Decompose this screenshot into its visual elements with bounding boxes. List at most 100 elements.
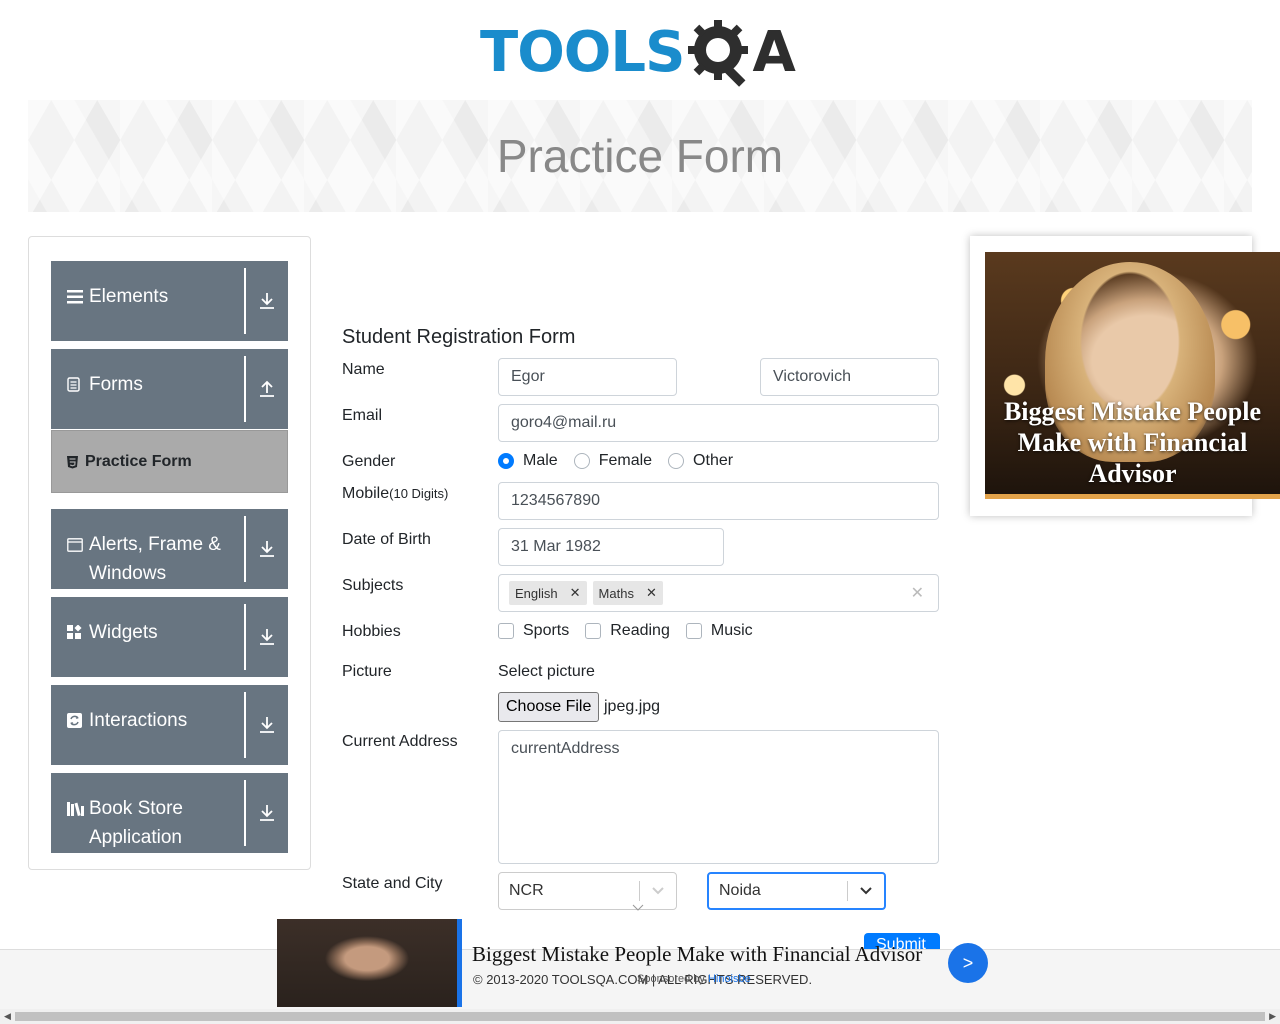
logo-tools-text: TOOLS [480,20,685,85]
hobby-reading-option[interactable]: Reading [585,622,670,640]
remove-chip-icon[interactable]: ✕ [564,585,587,601]
bottom-ad-image[interactable] [277,919,462,1007]
window-icon [67,530,85,559]
gender-other-radio[interactable] [668,453,685,469]
city-select[interactable]: Noida [707,872,886,910]
horizontal-scrollbar[interactable]: ◀ ▶ [0,1009,1280,1024]
bottom-ad-sponsor: Sponsored by Hinoisbe [637,973,751,985]
scroll-left-icon[interactable]: ◀ [4,1011,11,1022]
subject-chip-label: English [515,585,558,601]
hobby-sports-option[interactable]: Sports [498,622,569,640]
select-picture-label: Select picture [498,663,595,680]
download-arrow-icon[interactable] [246,597,288,677]
gender-other-label[interactable]: Other [693,452,733,470]
gender-female-radio[interactable] [573,453,590,469]
upload-arrow-icon[interactable] [246,349,288,429]
download-arrow-icon[interactable] [246,685,288,765]
gender-female-option[interactable]: Female [573,452,652,470]
picture-label: Picture [342,663,392,680]
hobby-sports-label[interactable]: Sports [523,622,569,640]
sidebar-group-book-store[interactable]: Book Store Application [51,773,288,853]
dob-input[interactable]: 31 Mar 1982 [498,528,724,566]
mobile-label: Mobile(10 Digits) [342,485,448,503]
toolsqa-logo[interactable]: TOOLS A [480,14,806,92]
document-icon [67,370,85,399]
sidebar-group-alerts[interactable]: Alerts, Frame & Windows [51,509,288,589]
state-city-label: State and City [342,875,443,892]
gender-male-radio[interactable] [498,453,514,469]
sidebar: Elements Forms Practice Form Alerts, Fra… [28,236,311,870]
gender-radio-group: Male Female Other [498,452,749,470]
subjects-input[interactable]: English ✕ Maths ✕ ✕ [498,574,939,612]
sidebar-group-elements[interactable]: Elements [51,261,288,341]
choose-file-button[interactable]: Choose File [498,692,600,722]
hobby-reading-checkbox[interactable] [585,623,602,639]
subjects-label: Subjects [342,577,404,594]
page-title: Practice Form [496,130,784,182]
name-label: Name [342,361,385,378]
download-arrow-icon[interactable] [246,773,288,853]
dob-label: Date of Birth [342,531,431,548]
gender-female-label[interactable]: Female [599,452,652,470]
first-name-input[interactable]: Egor [498,358,677,396]
gender-male-option[interactable]: Male [498,452,558,470]
side-ad-image[interactable]: Biggest Mistake People Make with Financi… [985,252,1280,499]
hamburger-icon [67,282,85,311]
side-ad-headline[interactable]: Biggest Mistake People Make with Financi… [985,396,1280,489]
sidebar-group-widgets[interactable]: Widgets [51,597,288,677]
sidebar-group-interactions[interactable]: Interactions [51,685,288,765]
sidebar-group-label: Book Store Application [89,798,183,848]
hobby-music-option[interactable]: Music [685,622,753,640]
books-icon [67,794,85,823]
subject-chip: Maths ✕ [592,581,663,605]
sidebar-group-forms[interactable]: Forms [51,349,288,429]
chevron-down-icon[interactable] [640,887,676,895]
widgets-icon [67,618,85,647]
selected-file-name: jpeg.jpg [604,698,661,715]
state-select[interactable]: NCR [498,872,677,910]
logo-a-text: A [752,20,796,85]
hobby-music-checkbox[interactable] [685,623,702,639]
email-input[interactable]: goro4@mail.ru [498,404,939,442]
download-arrow-icon[interactable] [246,261,288,341]
hobby-music-label[interactable]: Music [711,622,753,640]
hobbies-checkbox-group: Sports Reading Music [498,622,769,640]
city-value: Noida [719,882,761,899]
bottom-ad-headline[interactable]: Biggest Mistake People Make with Financi… [472,942,922,967]
sidebar-group-label: Interactions [89,710,188,731]
sidebar-group-label: Alerts, Frame & Windows [89,534,221,584]
page-banner: Practice Form [28,100,1252,212]
mobile-label-text: Mobile [342,485,390,502]
interactions-icon [67,706,85,735]
form-title: Student Registration Form [342,326,576,348]
html5-icon [66,455,79,469]
scrollbar-thumb[interactable] [15,1012,1265,1021]
subject-chip: English ✕ [509,581,587,605]
state-value: NCR [509,882,544,899]
sidebar-group-label: Elements [89,286,169,307]
sponsor-name[interactable]: Hinoisbe [708,973,751,985]
sidebar-item-practice-form[interactable]: Practice Form [51,430,288,493]
remove-chip-icon[interactable]: ✕ [640,585,663,601]
clear-subjects-icon[interactable]: ✕ [911,583,924,603]
hobby-sports-checkbox[interactable] [498,623,514,639]
last-name-input[interactable]: Victorovich [760,358,939,396]
current-address-textarea[interactable]: currentAddress [498,730,939,864]
hobbies-label: Hobbies [342,623,401,640]
scroll-right-icon[interactable]: ▶ [1269,1011,1276,1022]
current-address-label: Current Address [342,733,458,750]
ad-next-button[interactable]: > [948,943,988,983]
sidebar-item-label: Practice Form [85,452,192,470]
gear-magnifier-icon [688,20,749,87]
subject-chip-label: Maths [598,585,634,601]
download-arrow-icon[interactable] [246,509,288,589]
hobby-reading-label[interactable]: Reading [610,622,670,640]
chevron-down-icon[interactable] [848,887,884,895]
gender-other-option[interactable]: Other [668,452,733,470]
mobile-input[interactable]: 1234567890 [498,482,939,520]
sidebar-group-label: Forms [89,374,143,395]
sponsor-prefix: Sponsored by [637,973,708,985]
email-label: Email [342,407,383,424]
mobile-hint: (10 Digits) [389,486,449,501]
gender-male-label[interactable]: Male [523,452,558,470]
